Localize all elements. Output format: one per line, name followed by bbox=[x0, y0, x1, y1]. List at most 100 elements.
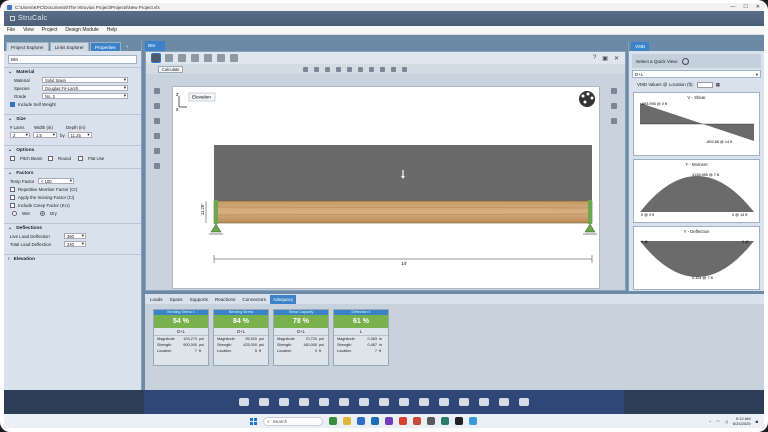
close-panel-icon[interactable]: × bbox=[122, 42, 133, 51]
moment-icon[interactable] bbox=[369, 66, 375, 72]
edge-icon[interactable] bbox=[371, 417, 379, 425]
module-footing-icon[interactable] bbox=[399, 398, 409, 406]
windows-start-icon[interactable] bbox=[250, 417, 257, 425]
taskbar-app-icon[interactable] bbox=[413, 417, 421, 425]
width-dropdown[interactable]: 1.5 bbox=[33, 132, 57, 138]
module-wall-icon[interactable] bbox=[459, 398, 469, 406]
print-icon[interactable] bbox=[191, 54, 199, 62]
calculate-button[interactable]: Calculate bbox=[158, 65, 184, 73]
elevation-section-header[interactable]: › Elevation bbox=[4, 254, 141, 263]
volume-icon[interactable]: ◁ bbox=[725, 419, 728, 424]
strucalc-taskbar-icon[interactable] bbox=[469, 417, 477, 425]
delete-icon[interactable] bbox=[402, 66, 408, 72]
species-dropdown[interactable]: Douglas Fir-Larch bbox=[42, 85, 128, 91]
creep-checkbox[interactable] bbox=[10, 202, 15, 208]
module-post-icon[interactable] bbox=[379, 398, 389, 406]
pitch-beam-checkbox[interactable] bbox=[10, 155, 15, 161]
export-icon[interactable] bbox=[217, 54, 225, 62]
dimension-icon[interactable] bbox=[154, 163, 160, 169]
vmd-location-input[interactable] bbox=[696, 81, 713, 88]
zoom-in-icon[interactable] bbox=[611, 88, 617, 94]
depth-dropdown[interactable]: 11.25 bbox=[67, 132, 92, 138]
file-explorer-icon[interactable] bbox=[343, 417, 351, 425]
tray-chevron-icon[interactable]: ^ bbox=[709, 419, 711, 424]
taskbar-app-icon[interactable] bbox=[441, 417, 449, 425]
select-tool-icon[interactable] bbox=[151, 53, 161, 63]
add-span-icon[interactable] bbox=[154, 118, 160, 124]
menu-view[interactable]: View bbox=[23, 27, 34, 33]
module-joist-icon[interactable] bbox=[259, 398, 269, 406]
beam-member[interactable] bbox=[213, 200, 593, 224]
wet-radio[interactable] bbox=[12, 210, 17, 216]
tab-spans[interactable]: Spans bbox=[167, 295, 186, 304]
size-section-header[interactable]: ⌄ Size bbox=[4, 114, 141, 123]
list-icon[interactable] bbox=[178, 54, 186, 62]
grid-icon[interactable] bbox=[165, 54, 173, 62]
adequacy-card[interactable]: Deflection ± 61 % L Magnitude 0.383 in Str… bbox=[333, 309, 389, 366]
add-support-icon[interactable] bbox=[154, 103, 160, 109]
taskbar-app-icon[interactable] bbox=[427, 417, 435, 425]
module-stair-icon[interactable] bbox=[499, 398, 509, 406]
zoom-fit-icon[interactable] bbox=[611, 118, 617, 124]
taskbar-app-icon[interactable] bbox=[385, 417, 393, 425]
left-end-connector[interactable] bbox=[214, 200, 218, 224]
load-tool-icon[interactable] bbox=[303, 66, 309, 72]
spring-icon[interactable] bbox=[380, 66, 386, 72]
maximize-button[interactable]: ☐ bbox=[743, 4, 747, 10]
flat-use-checkbox[interactable] bbox=[78, 155, 83, 161]
tab-connectors[interactable]: Connectors bbox=[239, 295, 269, 304]
menu-file[interactable]: File bbox=[7, 27, 15, 33]
layers-icon[interactable] bbox=[154, 148, 160, 154]
taskbar-app-icon[interactable] bbox=[455, 417, 463, 425]
fixed-support-icon[interactable] bbox=[347, 66, 353, 72]
clock[interactable]: 9:12 AM 6/24/2025 bbox=[733, 416, 751, 426]
quick-view-icon[interactable] bbox=[682, 57, 690, 65]
self-weight-checkbox[interactable] bbox=[10, 101, 15, 107]
notification-icon[interactable]: ◙ bbox=[756, 419, 758, 424]
close-tab-icon[interactable]: ✕ bbox=[614, 55, 619, 62]
brave-icon[interactable] bbox=[399, 417, 407, 425]
restore-icon[interactable]: ▣ bbox=[602, 55, 608, 62]
total-deflection-dropdown[interactable]: 240 bbox=[64, 241, 86, 247]
tab-beam[interactable]: BM bbox=[145, 41, 165, 51]
palette-icon[interactable] bbox=[579, 91, 595, 107]
tab-properties[interactable]: Properties bbox=[89, 42, 121, 51]
member-selector[interactable]: BM bbox=[8, 55, 137, 64]
material-section-header[interactable]: ⌄ Material bbox=[4, 67, 141, 76]
module-deck-icon[interactable] bbox=[439, 398, 449, 406]
image-icon[interactable] bbox=[204, 54, 212, 62]
taskbar-search[interactable]: ⌕ Search bbox=[263, 416, 323, 426]
menu-design-module[interactable]: Design Module bbox=[65, 27, 98, 33]
support-icon[interactable] bbox=[336, 66, 342, 72]
factors-section-header[interactable]: ⌄ Factors bbox=[4, 168, 141, 177]
filter-icon[interactable] bbox=[391, 66, 397, 72]
pointer-icon[interactable] bbox=[154, 88, 160, 94]
module-connector-icon[interactable] bbox=[519, 398, 529, 406]
tab-reactions[interactable]: Reactions bbox=[212, 295, 238, 304]
uniform-load-icon[interactable] bbox=[325, 66, 331, 72]
menu-help[interactable]: Help bbox=[107, 27, 117, 33]
adequacy-card[interactable]: Shear Capacity 78 % D+L Magnitude 70,720 p… bbox=[273, 309, 329, 366]
minimize-button[interactable]: — bbox=[730, 4, 735, 10]
module-truss-icon[interactable] bbox=[419, 398, 429, 406]
right-support-icon[interactable] bbox=[583, 223, 597, 235]
help-icon[interactable]: ? bbox=[593, 55, 596, 62]
module-stud-icon[interactable] bbox=[339, 398, 349, 406]
grade-dropdown[interactable]: No. 2 bbox=[42, 93, 128, 99]
point-load-icon[interactable] bbox=[314, 66, 320, 72]
load-combo-dropdown[interactable]: D+L bbox=[632, 70, 761, 78]
material-dropdown[interactable]: Solid Sawn bbox=[42, 77, 128, 83]
module-roof-icon[interactable] bbox=[479, 398, 489, 406]
left-support-icon[interactable] bbox=[209, 223, 223, 235]
add-load-icon[interactable] bbox=[154, 133, 160, 139]
tab-vmd[interactable]: VMD bbox=[631, 42, 650, 51]
tab-project-explorer[interactable]: Project Explorer bbox=[6, 42, 49, 51]
right-end-connector[interactable] bbox=[588, 200, 592, 224]
round-checkbox[interactable] bbox=[48, 155, 53, 161]
wifi-icon[interactable]: ◠ bbox=[716, 419, 720, 424]
pan-icon[interactable] bbox=[611, 103, 617, 109]
deflections-section-header[interactable]: ⌄ Deflections bbox=[4, 223, 141, 232]
beam-elevation-canvas[interactable]: z x Elevation 11.25" 14' bbox=[172, 86, 600, 289]
module-column-icon[interactable] bbox=[359, 398, 369, 406]
live-deflection-dropdown[interactable]: 360 bbox=[64, 233, 86, 239]
